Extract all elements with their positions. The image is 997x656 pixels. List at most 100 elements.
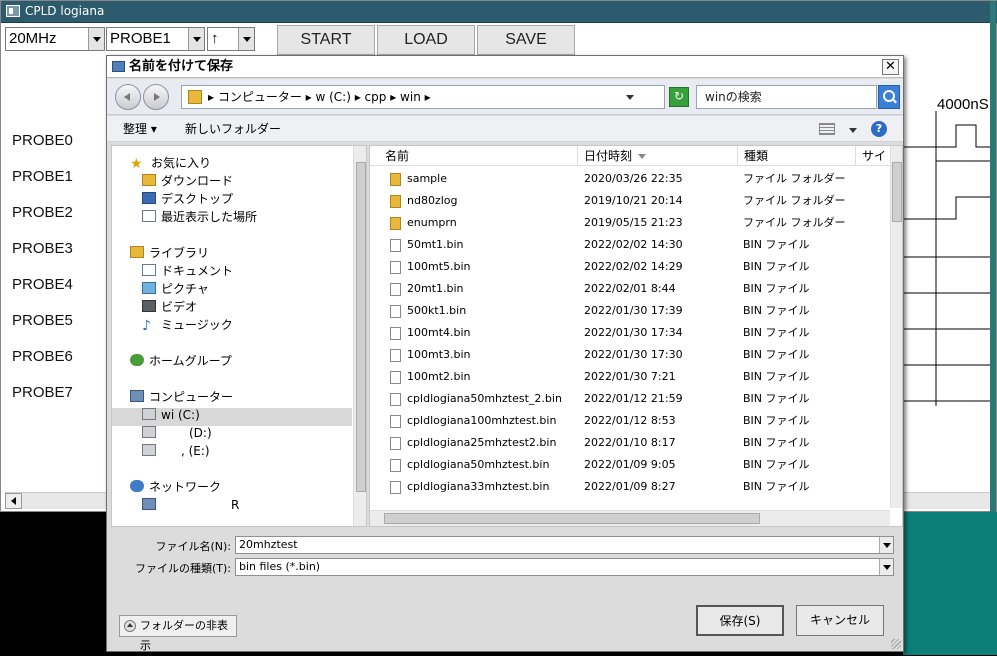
address-bar[interactable]: ▸ コンピューター ▸ w (C:) ▸ cpp ▸ win ▸ xyxy=(181,85,665,109)
view-options-icon[interactable] xyxy=(819,123,835,135)
file-type: BIN ファイル xyxy=(743,238,810,251)
tree-item-recent[interactable]: 最近表示した場所 xyxy=(142,208,257,226)
column-date[interactable]: 日付時刻 xyxy=(578,146,738,166)
column-label: 種類 xyxy=(744,149,769,163)
back-arrow-icon[interactable] xyxy=(115,84,141,110)
computer-icon xyxy=(130,390,144,402)
tree-label: R xyxy=(231,498,240,512)
column-type[interactable]: 種類 xyxy=(738,146,856,166)
tree-label: コンピューター xyxy=(149,390,234,404)
dialog-window-icon xyxy=(112,61,125,72)
tree-item-drive-d[interactable]: (D:) xyxy=(142,424,212,442)
chevron-down-icon[interactable] xyxy=(879,537,893,553)
tree-item-network-pc[interactable]: R xyxy=(142,496,239,514)
file-name: 100mt3.bin xyxy=(407,348,471,361)
file-row[interactable]: cpldlogiana50mhztest_2.bin 2022/01/12 21:… xyxy=(370,388,890,410)
tree-label: ネットワーク xyxy=(149,480,222,494)
search-input[interactable]: winの検索 xyxy=(696,85,877,109)
edge-select-value: ↑ xyxy=(211,30,219,47)
scroll-left-icon[interactable] xyxy=(5,493,22,509)
tree-item-desktop[interactable]: デスクトップ xyxy=(142,190,233,208)
file-row[interactable]: sample 2020/03/26 22:35 ファイル フォルダー xyxy=(370,168,890,190)
file-row[interactable]: 50mt1.bin 2022/02/02 14:30 BIN ファイル xyxy=(370,234,890,256)
filetype-select[interactable]: bin files (*.bin) xyxy=(235,558,894,576)
file-row[interactable]: cpldlogiana50mhztest.bin 2022/01/09 9:05 B… xyxy=(370,454,890,476)
tree-item-drive-e[interactable]: , (E:) xyxy=(142,442,210,460)
chevron-down-icon[interactable] xyxy=(88,28,104,50)
forward-arrow-icon[interactable] xyxy=(143,84,169,110)
file-icon xyxy=(390,327,401,340)
close-icon[interactable]: ✕ xyxy=(882,59,899,75)
organize-menu[interactable]: 整理 ▾ xyxy=(123,116,157,142)
resize-grip-icon[interactable] xyxy=(891,639,901,649)
tree-item-homegroup[interactable]: ホームグループ xyxy=(130,352,232,370)
help-icon[interactable]: ? xyxy=(871,121,887,137)
file-name: 500kt1.bin xyxy=(407,304,467,317)
tree-item-computer[interactable]: コンピューター xyxy=(130,388,233,406)
clock-select[interactable]: 20MHz xyxy=(5,27,105,51)
file-row[interactable]: 100mt2.bin 2022/01/30 7:21 BIN ファイル xyxy=(370,366,890,388)
chevron-down-icon[interactable] xyxy=(879,559,893,575)
chevron-down-icon[interactable] xyxy=(626,95,634,100)
music-icon: ♪ xyxy=(142,318,151,334)
tree-item-documents[interactable]: ドキュメント xyxy=(142,262,233,280)
tree-item-music[interactable]: ♪ ミュージック xyxy=(142,316,233,334)
column-name[interactable]: 名前 xyxy=(370,146,578,166)
edge-select[interactable]: ↑ xyxy=(207,27,255,51)
file-type: BIN ファイル xyxy=(743,414,810,427)
refresh-icon[interactable]: ↻ xyxy=(669,87,689,107)
file-list-vertical-scrollbar[interactable] xyxy=(890,146,902,508)
file-row[interactable]: cpldlogiana33mhztest.bin 2022/01/09 8:27 B… xyxy=(370,476,890,498)
file-date: 2020/03/26 22:35 xyxy=(584,172,683,185)
file-icon xyxy=(390,261,401,274)
tree-item-favorites[interactable]: ★ お気に入り xyxy=(130,154,211,172)
file-name: nd80zlog xyxy=(407,194,458,207)
file-row[interactable]: nd80zlog 2019/10/21 20:14 ファイル フォルダー xyxy=(370,190,890,212)
load-button[interactable]: LOAD xyxy=(377,25,475,55)
chevron-down-icon[interactable] xyxy=(849,128,857,133)
scroll-thumb[interactable] xyxy=(356,162,366,492)
save-button[interactable]: SAVE xyxy=(477,25,575,55)
new-folder-button[interactable]: 新しいフォルダー xyxy=(185,116,281,142)
probe-select[interactable]: PROBE1 xyxy=(106,27,205,51)
file-row[interactable]: 100mt5.bin 2022/02/02 14:29 BIN ファイル xyxy=(370,256,890,278)
file-icon xyxy=(390,393,401,406)
download-folder-icon xyxy=(142,174,156,186)
tree-item-libraries[interactable]: ライブラリ xyxy=(130,244,209,262)
tree-item-downloads[interactable]: ダウンロード xyxy=(142,172,233,190)
hide-folders-button[interactable]: フォルダーの非表示 xyxy=(119,615,237,652)
tree-item-pictures[interactable]: ピクチャ xyxy=(142,280,209,298)
file-row[interactable]: 20mt1.bin 2022/02/01 8:44 BIN ファイル xyxy=(370,278,890,300)
scroll-thumb[interactable] xyxy=(892,162,902,222)
chevron-down-icon[interactable] xyxy=(238,28,254,50)
file-row[interactable]: 500kt1.bin 2022/01/30 17:39 BIN ファイル xyxy=(370,300,890,322)
file-icon xyxy=(390,283,401,296)
file-row[interactable]: cpldlogiana25mhztest2.bin 2022/01/10 8:17… xyxy=(370,432,890,454)
filename-field[interactable]: 20mhztest xyxy=(235,536,894,554)
tree-item-drive-c[interactable]: wi (C:) xyxy=(142,406,200,424)
nav-pane-scrollbar[interactable] xyxy=(353,146,366,526)
tree-item-videos[interactable]: ビデオ xyxy=(142,298,197,316)
tree-label: wi (C:) xyxy=(161,408,200,422)
file-type: ファイル フォルダー xyxy=(743,194,846,207)
recent-places-icon xyxy=(142,210,156,222)
tree-item-network[interactable]: ネットワーク xyxy=(130,478,221,496)
save-file-button[interactable]: 保存(S) xyxy=(696,605,784,636)
file-row[interactable]: enumprn 2019/05/15 21:23 ファイル フォルダー xyxy=(370,212,890,234)
file-date: 2022/01/12 21:59 xyxy=(584,392,683,405)
chevron-up-icon xyxy=(124,620,136,632)
folder-icon xyxy=(390,195,401,208)
search-icon[interactable] xyxy=(878,85,900,109)
column-size[interactable]: サイ xyxy=(856,146,890,166)
cancel-button[interactable]: キャンセル xyxy=(796,605,884,636)
chevron-down-icon[interactable] xyxy=(188,28,204,50)
videos-icon xyxy=(142,300,156,312)
start-button[interactable]: START xyxy=(277,25,375,55)
scroll-thumb[interactable] xyxy=(384,513,760,524)
file-type: BIN ファイル xyxy=(743,436,810,449)
file-row[interactable]: cpldlogiana100mhztest.bin 2022/01/12 8:53… xyxy=(370,410,890,432)
file-row[interactable]: 100mt3.bin 2022/01/30 17:30 BIN ファイル xyxy=(370,344,890,366)
file-row[interactable]: 100mt4.bin 2022/01/30 17:34 BIN ファイル xyxy=(370,322,890,344)
file-list-horizontal-scrollbar[interactable] xyxy=(370,510,890,526)
drive-icon xyxy=(142,408,156,420)
